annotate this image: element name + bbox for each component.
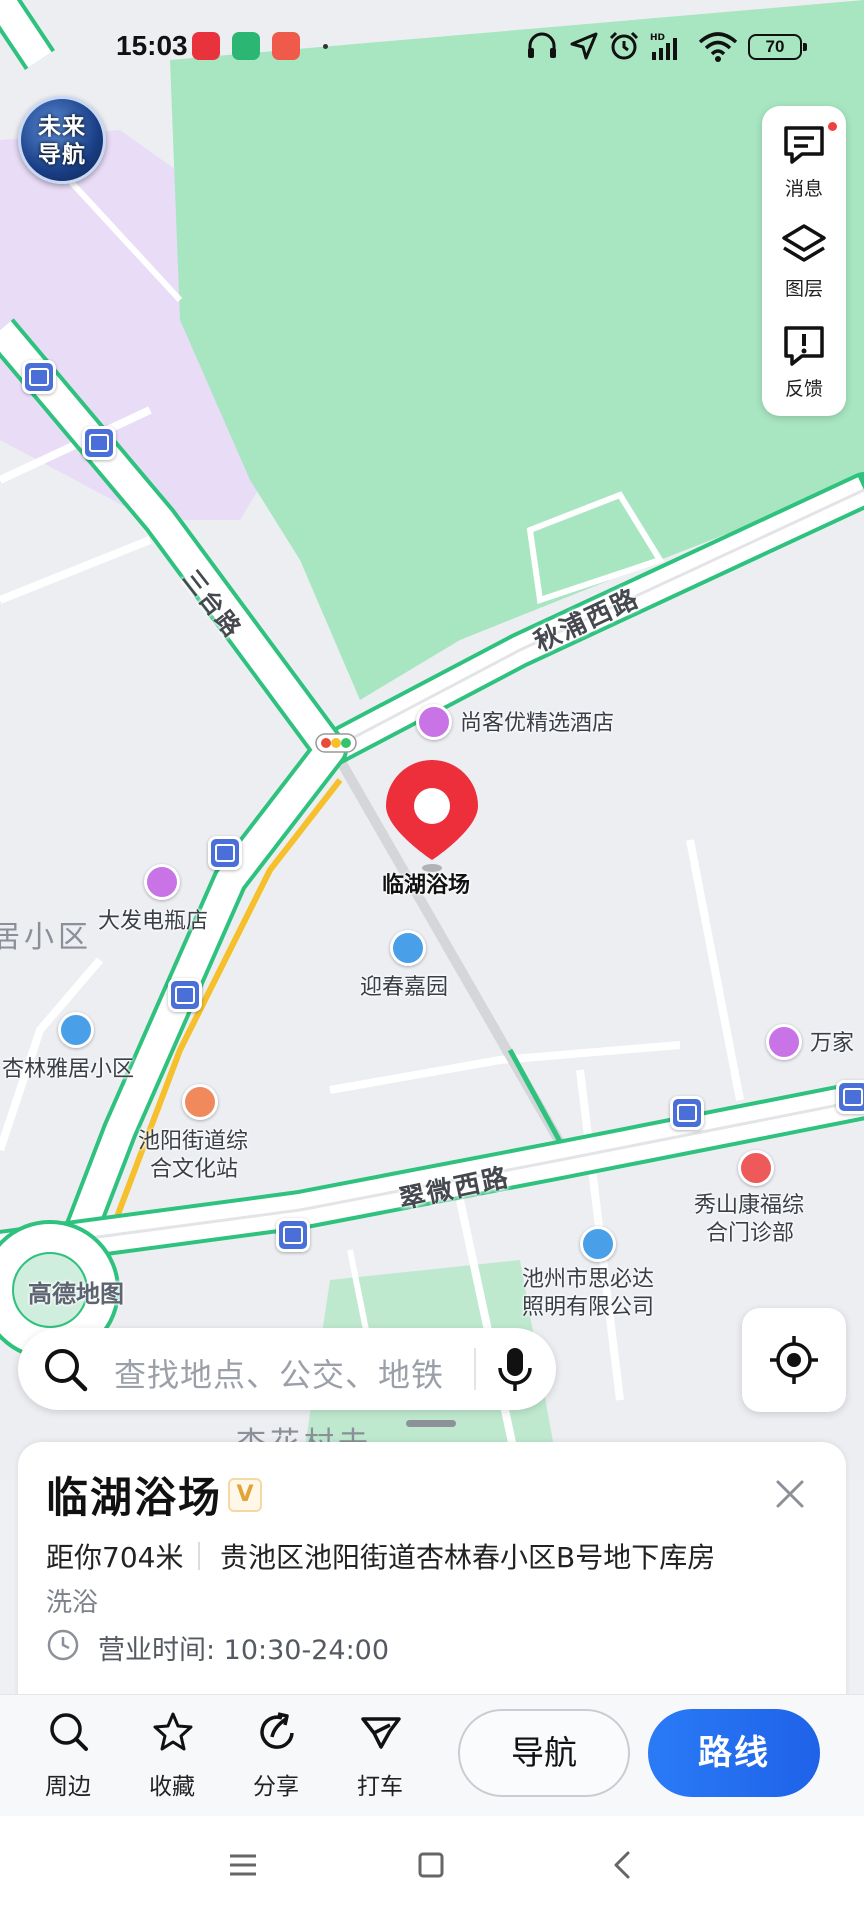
action-bar: 周边 收藏 分享 打车 导航 路线 [0, 1694, 864, 1816]
bus-stop-icon[interactable] [82, 426, 116, 460]
residential-icon-xinglin[interactable] [58, 1012, 94, 1048]
messages-label: 消息 [784, 178, 823, 200]
taxi-icon [361, 1717, 401, 1749]
area-label-partial: 居小区 [0, 920, 92, 955]
status-bar: 15:03 HD 70 [0, 0, 864, 96]
app-logo[interactable]: 未来 导航 [18, 96, 106, 184]
place-hours: 营业时间: 10:30-24:00 [98, 1635, 390, 1666]
place-distance: 距你704米 [46, 1541, 184, 1574]
park-area [170, 0, 864, 700]
bus-stop-icon[interactable] [670, 1096, 704, 1130]
place-title: 临湖浴场 [46, 1473, 223, 1522]
home-icon[interactable] [414, 1848, 448, 1882]
bus-stop-icon[interactable] [276, 1218, 310, 1252]
poi-label-xinglin-yaju[interactable]: 杏林雅居小区 [2, 1056, 134, 1084]
poi-label-hotel[interactable]: 尚客优精选酒店 [460, 710, 614, 738]
search-divider [474, 1348, 476, 1390]
residential-icon[interactable] [390, 930, 426, 966]
layers-button[interactable]: 图层 [762, 210, 846, 306]
locate-icon [770, 1336, 818, 1384]
route-button[interactable]: 路线 [648, 1709, 820, 1797]
clock-icon [47, 1629, 79, 1661]
app-logo-line2: 导航 [38, 142, 86, 168]
battery-icon: 70 [748, 34, 807, 60]
poi-label-sibida-1[interactable]: 池州市思必达 [522, 1266, 654, 1294]
nearby-search-icon [50, 1713, 88, 1751]
poi-label-wanjia[interactable]: 万家 [810, 1030, 854, 1058]
hotel-icon[interactable] [416, 704, 452, 740]
culture-center-icon[interactable] [182, 1084, 218, 1120]
place-address: 贵池区池阳街道杏林春小区B号地下库房 [220, 1541, 716, 1574]
notification-dot [323, 44, 328, 49]
unread-badge [826, 120, 839, 133]
bus-stop-icon[interactable] [22, 360, 56, 394]
poi-label-chiyang-2[interactable]: 合文化站 [150, 1156, 238, 1184]
favorite-button[interactable]: 收藏 [132, 1711, 212, 1801]
pig-app-icon [272, 32, 300, 60]
layers-icon [782, 224, 826, 262]
map-tool-panel: 消息 图层 反馈 [762, 106, 846, 416]
system-navigation-bar [0, 1816, 864, 1920]
map-base [0, 0, 864, 1480]
back-icon[interactable] [606, 1848, 640, 1882]
poi-label-yingchun[interactable]: 迎春嘉园 [360, 974, 448, 1002]
supermarket-icon[interactable] [766, 1024, 802, 1060]
search-input[interactable]: 查找地点、公交、地铁 [114, 1350, 444, 1396]
messages-button[interactable]: 消息 [762, 110, 846, 206]
video-app-icon [232, 32, 260, 60]
app-logo-line1: 未来 [38, 114, 86, 140]
netease-music-icon [192, 32, 220, 60]
bus-stop-icon[interactable] [836, 1080, 864, 1114]
feedback-icon [784, 326, 824, 366]
feedback-button[interactable]: 反馈 [762, 310, 846, 406]
signal-hd-icon: HD [650, 33, 677, 60]
alarm-icon [609, 31, 639, 60]
share-icon [260, 1712, 294, 1749]
company-icon[interactable] [580, 1226, 616, 1262]
taxi-button[interactable]: 打车 [340, 1711, 420, 1801]
search-icon [45, 1349, 88, 1392]
poi-label-xiushan-2[interactable]: 合门诊部 [706, 1220, 794, 1248]
share-button[interactable]: 分享 [236, 1711, 316, 1801]
locate-me-button[interactable] [742, 1308, 846, 1412]
menu-icon[interactable] [226, 1848, 260, 1882]
bus-stop-icon[interactable] [168, 978, 202, 1012]
close-icon[interactable] [768, 1472, 812, 1516]
poi-label-selected-place[interactable]: 临湖浴场 [382, 872, 470, 900]
navigate-button[interactable]: 导航 [458, 1709, 630, 1797]
map-view[interactable]: 秋浦西路 翠微西路 三台路 尚客优精选酒店 临湖浴场 迎春嘉园 大发电瓶店 居小… [0, 0, 864, 1480]
poi-label-chiyang-1[interactable]: 池阳街道综 [138, 1128, 248, 1156]
map-watermark: 高德地图 [28, 1280, 124, 1308]
headphones-icon [528, 32, 556, 58]
place-detail-card[interactable]: 临湖浴场 V 距你704米 贵池区池阳街道杏林春小区B号地下库房 洗浴 营业时间… [18, 1442, 846, 1702]
star-icon [153, 1712, 193, 1751]
bus-stop-icon[interactable] [208, 836, 242, 870]
feedback-label: 反馈 [784, 378, 823, 400]
poi-label-sibida-2[interactable]: 照明有限公司 [522, 1294, 654, 1322]
microphone-icon[interactable] [492, 1344, 538, 1394]
nearby-label: 周边 [45, 1774, 91, 1800]
place-category: 洗浴 [46, 1588, 99, 1618]
clinic-icon[interactable] [738, 1150, 774, 1186]
wifi-icon [698, 32, 738, 62]
sheet-drag-handle[interactable] [406, 1420, 456, 1427]
meta-divider [198, 1542, 200, 1570]
favorite-label: 收藏 [149, 1774, 195, 1800]
message-icon [784, 126, 824, 164]
nearby-button[interactable]: 周边 [28, 1711, 108, 1801]
location-arrow-icon [570, 32, 598, 60]
svg-text:HD: HD [650, 33, 665, 43]
share-label: 分享 [253, 1774, 299, 1800]
taxi-label: 打车 [357, 1774, 403, 1800]
verified-badge: V [228, 1478, 262, 1512]
status-time: 15:03 [116, 30, 188, 61]
search-bar[interactable]: 查找地点、公交、地铁 [18, 1328, 556, 1410]
poi-label-xiushan-1[interactable]: 秀山康福综 [694, 1192, 804, 1220]
poi-label-dafa[interactable]: 大发电瓶店 [98, 908, 208, 936]
layers-label: 图层 [784, 278, 823, 300]
shop-icon[interactable] [144, 864, 180, 900]
